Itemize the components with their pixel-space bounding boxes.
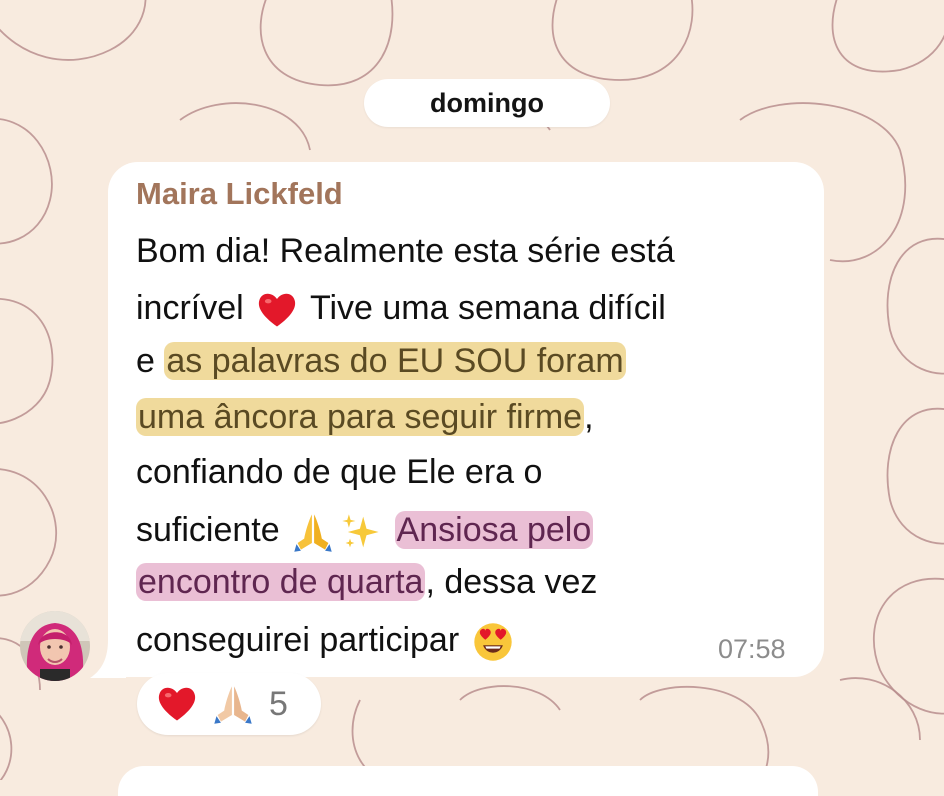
message-line: e as palavras do EU SOU foram <box>136 342 626 380</box>
message-line: confiando de que Ele era o <box>136 455 542 489</box>
message-text-segment: Bom dia! Realmente esta série está <box>136 232 675 270</box>
message-text-segment: suficiente <box>136 510 290 549</box>
message-text-segment: , dessa vez <box>425 563 598 601</box>
praying-hands-icon <box>291 510 335 554</box>
message-text-segment: Tive uma semana difícil <box>301 288 666 327</box>
praying-hands-icon <box>211 682 255 726</box>
highlighted-text: Ansiosa pelo <box>394 510 594 549</box>
message-line: uma âncora para seguir firme, <box>136 398 594 436</box>
message-text-segment: confiando de que Ele era o <box>136 453 543 491</box>
message-text-segment: conseguirei participar <box>136 620 469 659</box>
heart-icon <box>255 288 299 332</box>
message-line: suficiente Ansiosa pelo <box>136 510 594 554</box>
reactions-bar[interactable]: 5 <box>137 673 321 735</box>
sparkles-icon <box>339 510 383 554</box>
next-message-bubble[interactable] <box>118 766 818 796</box>
message-line: incrível Tive uma semana difícil <box>136 288 666 332</box>
message-text-segment: , <box>584 398 594 436</box>
avatar[interactable] <box>20 611 90 681</box>
highlighted-text: as palavras do EU SOU foram <box>164 342 626 380</box>
date-separator: domingo <box>364 79 610 127</box>
message-sender-name[interactable]: Maira Lickfeld <box>136 176 343 212</box>
heart-eyes-icon <box>471 620 515 664</box>
message-line: Bom dia! Realmente esta série está <box>136 234 675 268</box>
message-timestamp: 07:58 <box>718 634 786 664</box>
message-text-segment: e <box>136 342 165 380</box>
message-text-segment <box>385 511 394 549</box>
message-line: conseguirei participar <box>136 620 517 664</box>
reaction-count: 5 <box>269 684 288 723</box>
highlighted-text: uma âncora para seguir firme <box>136 398 585 436</box>
message-text-segment: incrível <box>136 288 254 327</box>
heart-icon <box>155 682 199 726</box>
message-line: encontro de quarta, dessa vez <box>136 563 598 601</box>
bubble-tail <box>90 640 126 678</box>
highlighted-text: encontro de quarta <box>136 563 426 601</box>
